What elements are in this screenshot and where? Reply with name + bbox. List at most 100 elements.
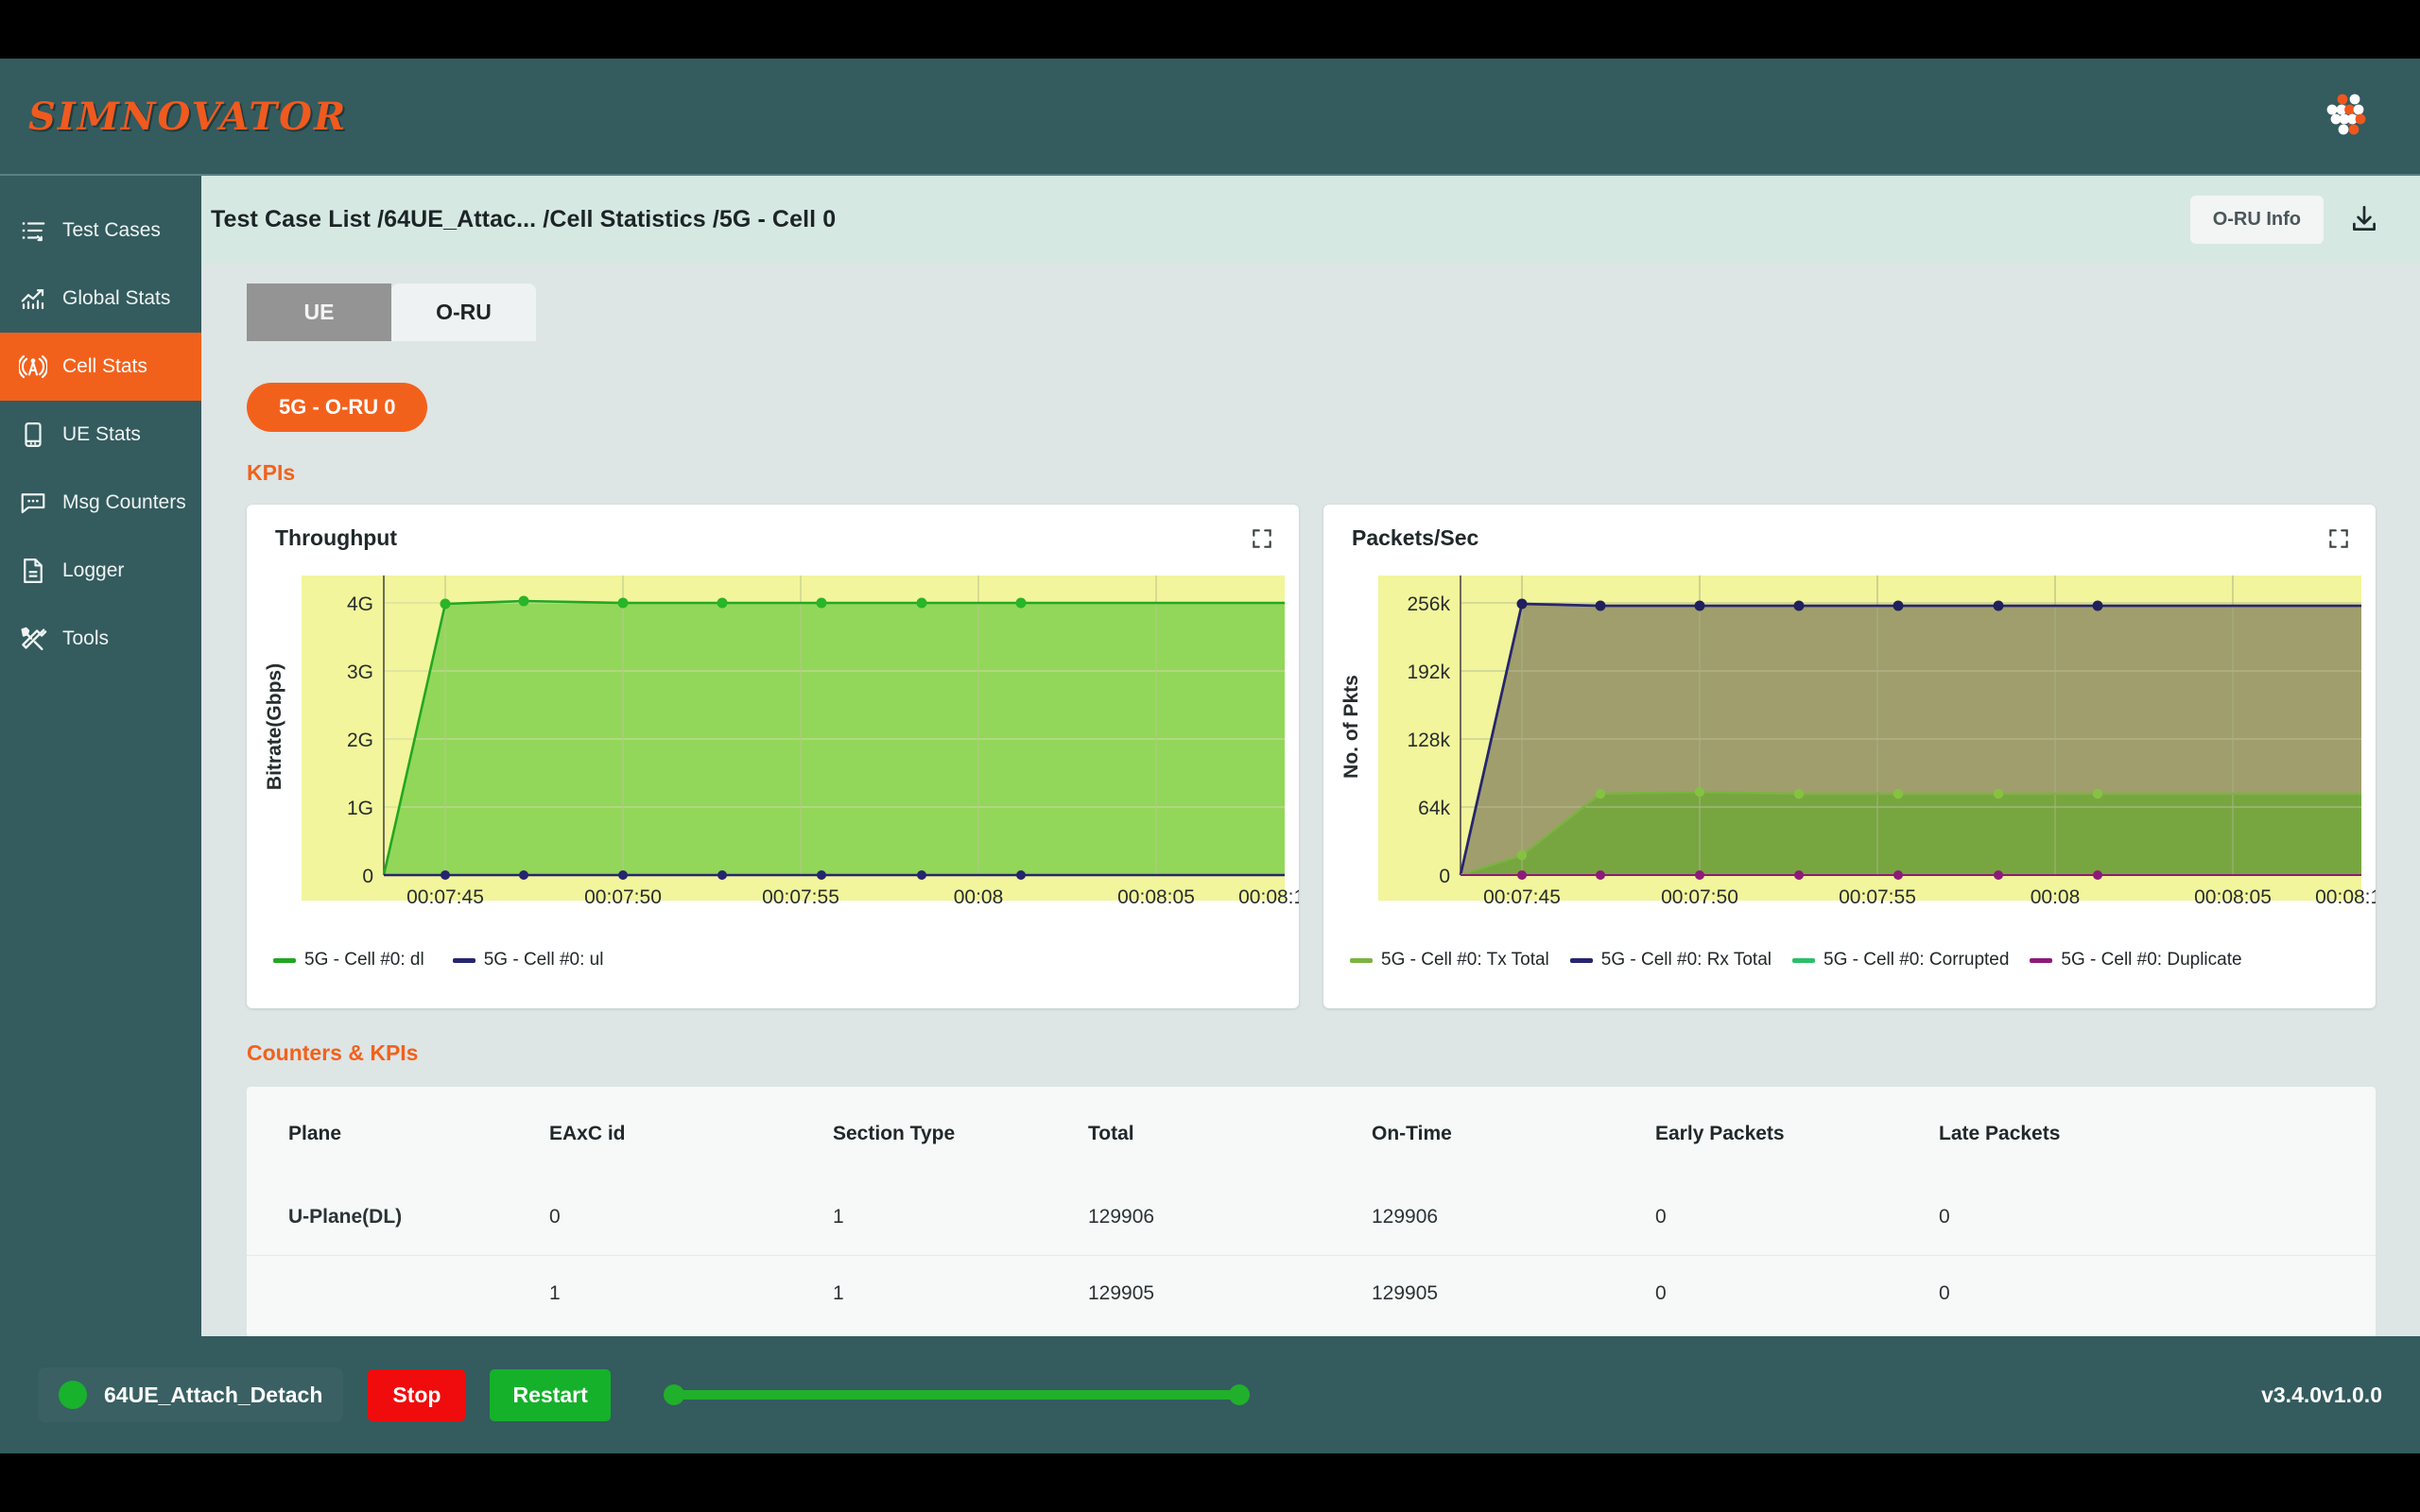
header-actions: O-RU Info	[2190, 196, 2380, 244]
svg-text:Bitrate(Gbps): Bitrate(Gbps)	[264, 663, 285, 790]
legend-swatch	[2030, 958, 2052, 963]
column-header-eaxc-id: EAxC id	[549, 1087, 833, 1179]
legend-item[interactable]: 5G - Cell #0: dl	[273, 950, 424, 971]
svg-text:00:08:05: 00:08:05	[1117, 886, 1195, 908]
tab-ue[interactable]: UE	[247, 284, 391, 341]
sidebar-item-label: Test Cases	[62, 219, 161, 242]
cell-plane: U-Plane(DL)	[247, 1179, 549, 1256]
sidebar-item-msg-counters[interactable]: Msg Counters	[0, 469, 201, 537]
svg-text:1G: 1G	[347, 798, 373, 819]
sidebar-item-label: Tools	[62, 627, 109, 650]
antenna-icon	[17, 351, 49, 383]
top-letterbox	[0, 0, 2420, 59]
packets-plot: 0 64k 128k 192k 256k 00:07:45 00:07:50 0…	[1323, 568, 2376, 946]
packets-legend: 5G - Cell #0: Tx Total 5G - Cell #0: Rx …	[1323, 946, 2376, 971]
throughput-plot: 0 1G 2G 3G 4G 00:07:45 00:07:50 00:07:55	[247, 568, 1299, 946]
progress-slider[interactable]	[664, 1383, 1250, 1406]
node-cluster-icon[interactable]	[2316, 87, 2375, 146]
legend-label: 5G - Cell #0: dl	[304, 950, 424, 971]
packets-per-sec-chart-card: Packets/Sec	[1323, 505, 2376, 1008]
column-header-on-time: On-Time	[1372, 1087, 1655, 1179]
table-header-row: Plane EAxC id Section Type Total On-Time…	[247, 1087, 2376, 1179]
cell-section-type: 1	[833, 1256, 1088, 1332]
progress-bar	[664, 1390, 1250, 1400]
svg-text:00:07:55: 00:07:55	[762, 886, 839, 908]
column-header-total: Total	[1088, 1087, 1372, 1179]
cell-plane	[247, 1256, 549, 1332]
bottom-letterbox	[0, 1453, 2420, 1512]
sidebar-item-tools[interactable]: Tools	[0, 605, 201, 673]
column-header-late-packets: Late Packets	[1939, 1087, 2376, 1179]
column-header-early-packets: Early Packets	[1655, 1087, 1939, 1179]
sidebar-item-cell-stats[interactable]: Cell Stats	[0, 333, 201, 401]
sidebar-item-logger[interactable]: Logger	[0, 537, 201, 605]
sidebar-item-label: Msg Counters	[62, 491, 186, 514]
status-bar: 64UE_Attach_Detach Stop Restart v3.4.0v1…	[0, 1336, 2420, 1453]
svg-text:128k: 128k	[1407, 730, 1450, 751]
svg-text:00:07:50: 00:07:50	[1661, 886, 1738, 908]
chart-icon	[17, 283, 49, 315]
counters-table-card: Plane EAxC id Section Type Total On-Time…	[247, 1087, 2376, 1341]
throughput-chart-card: Throughput	[247, 505, 1299, 1008]
throughput-legend: 5G - Cell #0: dl 5G - Cell #0: ul	[247, 946, 1299, 971]
svg-text:0: 0	[1439, 866, 1450, 887]
sidebar-item-ue-stats[interactable]: UE Stats	[0, 401, 201, 469]
download-icon[interactable]	[2348, 203, 2380, 235]
main-content: Test Case List /64UE_Attac... /Cell Stat…	[201, 176, 2420, 1453]
stop-button[interactable]: Stop	[368, 1369, 465, 1421]
legend-label: 5G - Cell #0: Duplicate	[2061, 950, 2241, 971]
cell-on-time: 129906	[1372, 1179, 1655, 1256]
legend-item[interactable]: 5G - Cell #0: Rx Total	[1570, 950, 1772, 971]
table-row: U-Plane(DL) 0 1 129906 129906 0 0	[247, 1179, 2376, 1256]
progress-knob-end[interactable]	[1229, 1384, 1250, 1405]
sidebar-item-global-stats[interactable]: Global Stats	[0, 265, 201, 333]
kpi-charts: Throughput	[247, 505, 2420, 1008]
oru-selector-chip[interactable]: 5G - O-RU 0	[247, 383, 427, 432]
restart-button[interactable]: Restart	[490, 1369, 610, 1421]
tab-bar: UE O-RU	[201, 263, 2420, 341]
section-title-kpis: KPIs	[247, 460, 2420, 486]
svg-text:00:08:10: 00:08:10	[1238, 886, 1299, 908]
svg-text:4G: 4G	[347, 593, 373, 615]
legend-label: 5G - Cell #0: Corrupted	[1824, 950, 2009, 971]
sidebar: Test Cases Global Stats	[0, 176, 201, 1453]
list-icon	[17, 215, 49, 247]
legend-label: 5G - Cell #0: Rx Total	[1601, 950, 1772, 971]
legend-label: 5G - Cell #0: ul	[484, 950, 604, 971]
message-icon	[17, 487, 49, 519]
svg-text:3G: 3G	[347, 662, 373, 683]
legend-item[interactable]: 5G - Cell #0: Corrupted	[1792, 950, 2009, 971]
svg-text:No. of Pkts: No. of Pkts	[1340, 675, 1362, 779]
table-row: 1 1 129905 129905 0 0	[247, 1256, 2376, 1332]
progress-knob-start[interactable]	[664, 1384, 684, 1405]
svg-text:00:08: 00:08	[2031, 886, 2081, 908]
legend-item[interactable]: 5G - Cell #0: ul	[453, 950, 604, 971]
tools-icon	[17, 623, 49, 655]
breadcrumb[interactable]: Test Case List /64UE_Attac... /Cell Stat…	[211, 206, 836, 233]
tab-oru[interactable]: O-RU	[391, 284, 536, 341]
legend-swatch	[1792, 958, 1815, 963]
cell-section-type: 1	[833, 1179, 1088, 1256]
svg-text:2G: 2G	[347, 730, 373, 751]
legend-item[interactable]: 5G - Cell #0: Tx Total	[1350, 950, 1549, 971]
svg-text:00:07:45: 00:07:45	[1483, 886, 1561, 908]
legend-swatch	[453, 958, 475, 963]
expand-icon[interactable]	[2326, 526, 2351, 551]
running-test-name: 64UE_Attach_Detach	[104, 1383, 322, 1408]
sidebar-item-label: Cell Stats	[62, 355, 147, 378]
sidebar-item-test-cases[interactable]: Test Cases	[0, 197, 201, 265]
svg-text:00:08:10: 00:08:10	[2315, 886, 2376, 908]
oru-info-button[interactable]: O-RU Info	[2190, 196, 2324, 244]
cell-early-packets: 0	[1655, 1179, 1939, 1256]
cell-early-packets: 0	[1655, 1256, 1939, 1332]
screen-root: SIMNOVATOR	[0, 0, 2420, 1512]
sidebar-item-label: Logger	[62, 559, 124, 582]
expand-icon[interactable]	[1250, 526, 1274, 551]
app-logo: SIMNOVATOR	[28, 94, 347, 139]
phone-icon	[17, 419, 49, 451]
svg-text:00:07:45: 00:07:45	[406, 886, 484, 908]
legend-item[interactable]: 5G - Cell #0: Duplicate	[2030, 950, 2241, 971]
legend-swatch	[1570, 958, 1593, 963]
cell-eaxc-id: 1	[549, 1256, 833, 1332]
breadcrumb-bar: Test Case List /64UE_Attac... /Cell Stat…	[201, 176, 2420, 263]
